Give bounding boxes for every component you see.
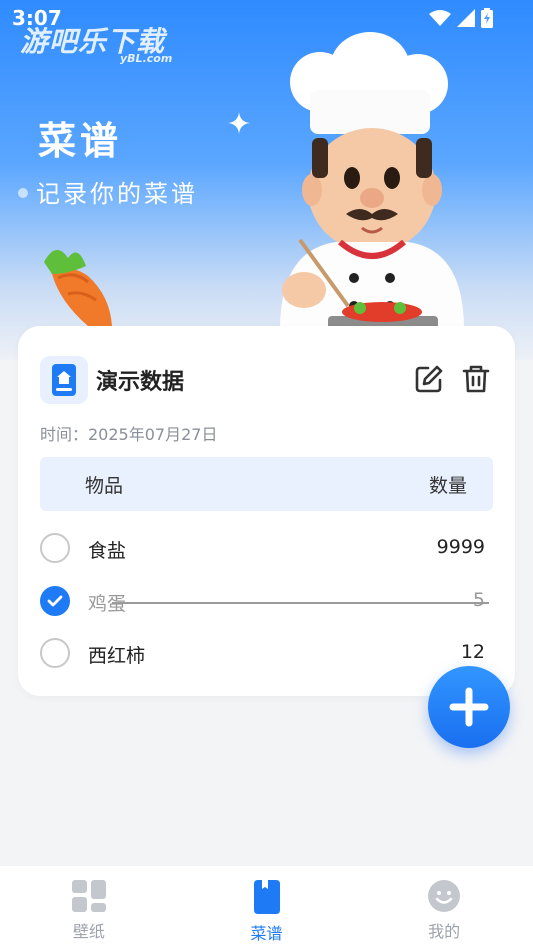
sparkle-icon xyxy=(228,112,250,134)
page-subtitle: 记录你的菜谱 xyxy=(36,180,198,208)
tab-wallpaper[interactable]: 壁纸 xyxy=(0,866,178,948)
recipe-book-icon xyxy=(40,356,88,404)
col-qty-header: 数量 xyxy=(428,474,467,497)
table-header: 物品 数量 xyxy=(40,457,493,511)
recipe-title: 演示数据 xyxy=(96,370,185,395)
edit-button[interactable] xyxy=(414,364,444,394)
check-icon xyxy=(47,595,63,607)
signal-icon xyxy=(457,9,475,27)
wifi-icon xyxy=(429,10,451,26)
strikethrough-line xyxy=(112,602,489,604)
item-qty: 5 xyxy=(472,589,485,611)
delete-button[interactable] xyxy=(461,364,491,394)
edit-icon xyxy=(415,365,443,393)
status-icons xyxy=(429,8,493,28)
recipe-icon xyxy=(253,880,280,914)
hero-banner: 3:07 游吧乐下载 yBL.com 菜谱 记录你的菜谱 xyxy=(0,0,533,360)
table-row: 食盐 9999 xyxy=(40,528,493,568)
item-name: 食盐 xyxy=(88,540,127,562)
table-row: 鸡蛋 5 xyxy=(40,581,493,621)
item-qty: 12 xyxy=(460,641,485,663)
item-name: 西红柿 xyxy=(88,645,146,667)
profile-icon xyxy=(428,880,461,912)
item-checkbox[interactable] xyxy=(40,533,70,563)
tab-recipe[interactable]: 菜谱 xyxy=(178,866,356,948)
col-item-header: 物品 xyxy=(85,474,124,497)
tab-label: 壁纸 xyxy=(72,922,105,941)
recipe-date: 时间：2025年07月27日 xyxy=(40,425,218,444)
subtitle-dot xyxy=(18,188,28,198)
table-row: 西红柿 12 xyxy=(40,633,493,673)
item-checkbox-checked[interactable] xyxy=(40,586,70,616)
tab-label: 我的 xyxy=(428,922,461,941)
item-qty: 9999 xyxy=(436,536,485,558)
add-item-button[interactable] xyxy=(428,666,510,748)
battery-icon xyxy=(481,8,493,28)
tab-profile[interactable]: 我的 xyxy=(355,866,533,948)
wallpaper-icon xyxy=(71,880,106,912)
carrot-illustration xyxy=(44,249,112,326)
plus-icon xyxy=(449,687,489,727)
trash-icon xyxy=(462,365,490,393)
tab-label: 菜谱 xyxy=(250,924,283,943)
recipe-card: 演示数据 时间：2025年07月27日 物品 数量 食盐 9999 鸡蛋 5 西… xyxy=(18,326,515,696)
bottom-tab-bar: 壁纸 菜谱 我的 xyxy=(0,866,533,948)
chef-illustration xyxy=(280,32,464,330)
page-title: 菜谱 xyxy=(38,119,123,163)
watermark-sub: yBL.com xyxy=(120,52,173,65)
item-checkbox[interactable] xyxy=(40,638,70,668)
